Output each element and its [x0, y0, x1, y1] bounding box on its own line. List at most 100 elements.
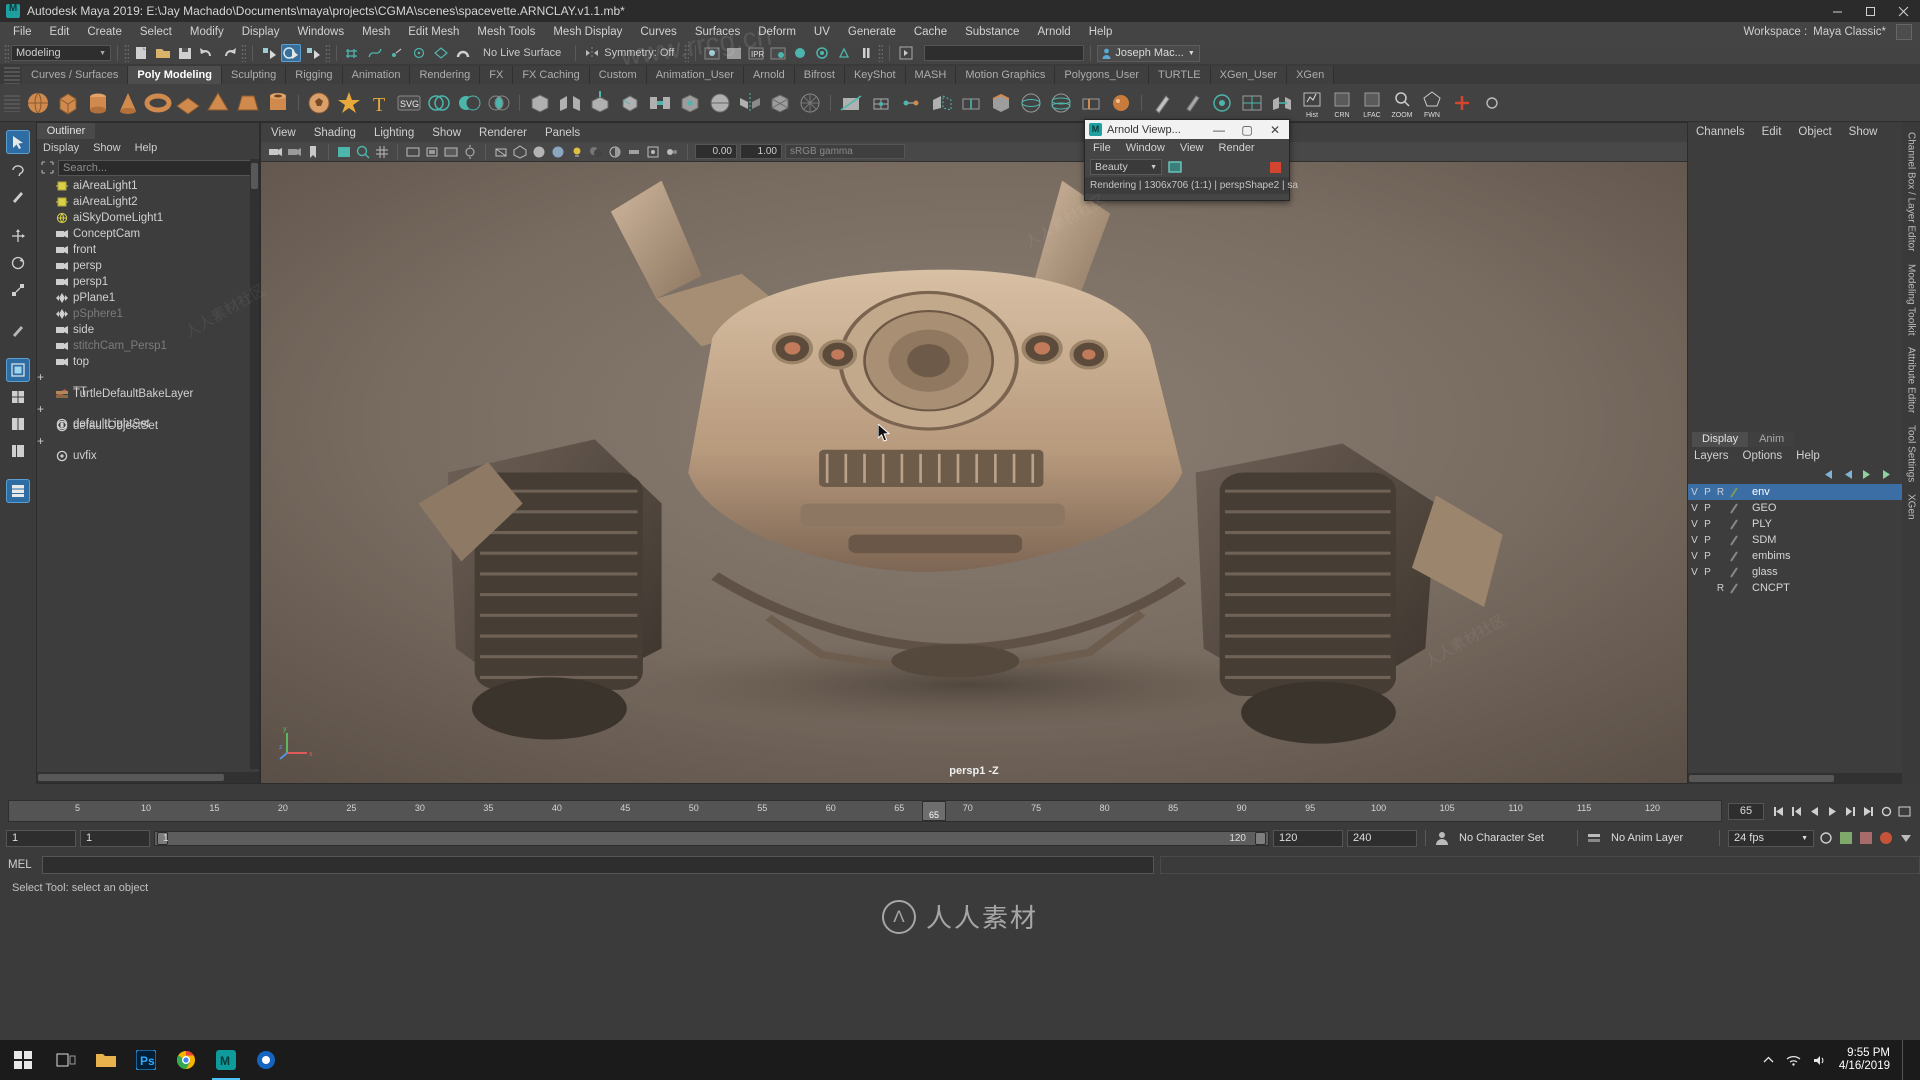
shelf-tab-motion-graphics[interactable]: Motion Graphics: [956, 66, 1056, 84]
menu-substance[interactable]: Substance: [956, 22, 1028, 42]
menu-mesh-tools[interactable]: Mesh Tools: [468, 22, 544, 42]
smooth-shade-icon[interactable]: [531, 144, 547, 160]
animation-preferences-button[interactable]: [1896, 803, 1912, 819]
tab-display-layers[interactable]: Display: [1692, 432, 1749, 447]
shelf-tab-animation-user[interactable]: Animation_User: [646, 66, 744, 84]
lasso-tool-button[interactable]: [6, 157, 30, 181]
layer-toggle-p[interactable]: P: [1701, 535, 1714, 546]
display-layer-list[interactable]: V P Renv V P GEO V P PLY V P SDM V Pembims V Pglass R CNC…: [1688, 483, 1902, 773]
shelf-tab-animation[interactable]: Animation: [342, 66, 411, 84]
select-by-hierarchy-icon[interactable]: [259, 44, 279, 62]
outliner-item-persp1[interactable]: persp1: [37, 274, 259, 290]
resolution-gate-icon[interactable]: [424, 144, 440, 160]
workspace-settings-icon[interactable]: [1896, 24, 1912, 40]
remesh-icon[interactable]: [796, 88, 824, 118]
rotate-tool-button[interactable]: [6, 251, 30, 275]
hist-icon[interactable]: Hist: [1298, 88, 1326, 119]
multicut-icon[interactable]: [837, 88, 865, 118]
new-scene-icon[interactable]: [131, 44, 151, 62]
command-line-language-label[interactable]: MEL: [8, 859, 36, 871]
layer-row-env[interactable]: V P Renv: [1688, 484, 1902, 500]
target-weld-icon[interactable]: [897, 88, 925, 118]
shelf-tab-curves-surfaces[interactable]: Curves / Surfaces: [22, 66, 129, 84]
shelf-tab-keyshot[interactable]: KeyShot: [844, 66, 906, 84]
select-by-component-icon[interactable]: [303, 44, 323, 62]
outliner-item-stitchcam_persp1[interactable]: stitchCam_Persp1: [37, 338, 259, 354]
textured-icon[interactable]: [550, 144, 566, 160]
xray-icon[interactable]: [493, 144, 509, 160]
save-scene-icon[interactable]: [175, 44, 195, 62]
magnet-icon[interactable]: [453, 44, 473, 62]
range-end-handle[interactable]: [1255, 831, 1266, 845]
menu-mesh[interactable]: Mesh: [353, 22, 399, 42]
layer-row-GEO[interactable]: V P GEO: [1688, 500, 1902, 516]
layer-color-swatch[interactable]: [1730, 502, 1746, 514]
channelbox-body[interactable]: [1688, 141, 1902, 430]
outliner-row[interactable]: defaultObjectSet: [37, 418, 259, 434]
snap-to-view-plane-icon[interactable]: [431, 44, 451, 62]
menu-edit-mesh[interactable]: Edit Mesh: [399, 22, 468, 42]
select-camera-icon[interactable]: [267, 144, 283, 160]
shelf-tab-turtle[interactable]: TURTLE: [1149, 66, 1211, 84]
outliner-item-uvfix[interactable]: uvfix: [37, 448, 259, 464]
expand-collapse-icon[interactable]: +: [37, 434, 44, 448]
viewport-menu-view[interactable]: View: [271, 127, 296, 139]
outliner-row[interactable]: stitchCam_Persp1: [37, 338, 259, 354]
time-slider-current-frame-handle[interactable]: 65: [922, 801, 947, 821]
outliner-row[interactable]: aiSkyDomeLight1: [37, 210, 259, 226]
expand-collapse-icon[interactable]: +: [37, 370, 44, 384]
snap-to-point-icon[interactable]: [387, 44, 407, 62]
gate-mask-icon[interactable]: [443, 144, 459, 160]
new-layer-icon[interactable]: [1821, 469, 1834, 480]
shelf-tab-fx[interactable]: FX: [480, 66, 514, 84]
menu-deform[interactable]: Deform: [749, 22, 805, 42]
poly-type-star-icon[interactable]: [335, 88, 363, 118]
camera-attributes-icon[interactable]: [286, 144, 302, 160]
search-input[interactable]: [924, 45, 1085, 61]
layer-row-CNCPT[interactable]: R CNCPT: [1688, 580, 1902, 596]
soccer-ball-icon[interactable]: [305, 88, 333, 118]
time-slider-track[interactable]: 5 10 15 20 25 30 35 40 45 50 55 60 65 70 75 80 85 90 95 100…: [8, 800, 1722, 822]
start-button[interactable]: [0, 1040, 46, 1080]
layer-toggle-r[interactable]: R: [1714, 583, 1727, 594]
menu-file[interactable]: File: [4, 22, 41, 42]
media-player-button[interactable]: [246, 1040, 286, 1080]
menu-modify[interactable]: Modify: [181, 22, 233, 42]
filter-icon[interactable]: [41, 161, 54, 174]
uv-editor-icon[interactable]: [1238, 88, 1266, 118]
tab-anim-layers[interactable]: Anim: [1749, 432, 1795, 447]
grip[interactable]: [241, 44, 246, 62]
shelf-tab-bifrost[interactable]: Bifrost: [794, 66, 845, 84]
step-forward-button[interactable]: [1842, 803, 1858, 819]
viewport-menu-lighting[interactable]: Lighting: [374, 127, 414, 139]
play-backwards-button[interactable]: [1806, 803, 1822, 819]
shelf-row-grip[interactable]: [4, 93, 20, 112]
arnold-title-bar[interactable]: Arnold Viewp... — ▢ ✕: [1085, 120, 1289, 139]
bevel-icon[interactable]: [616, 88, 644, 118]
layer-color-swatch[interactable]: [1730, 534, 1746, 546]
scroll-thumb[interactable]: [38, 774, 224, 781]
paint-weights-icon[interactable]: [1107, 88, 1135, 118]
outliner-item-persp[interactable]: persp: [37, 258, 259, 274]
poly-plane-icon[interactable]: [174, 88, 202, 118]
snap-to-curve-icon[interactable]: [365, 44, 385, 62]
command-line-input[interactable]: [42, 856, 1154, 874]
shelf-grip[interactable]: [4, 66, 20, 84]
poly-pyramid-icon[interactable]: [204, 88, 232, 118]
outliner-row[interactable]: persp: [37, 258, 259, 274]
render-current-frame-icon[interactable]: [702, 44, 722, 62]
grip[interactable]: [878, 44, 884, 62]
pause-icon[interactable]: [856, 44, 876, 62]
poly-torus-icon[interactable]: [144, 88, 172, 118]
redo-icon[interactable]: [219, 44, 239, 62]
expand-collapse-icon[interactable]: +: [37, 402, 44, 416]
user-account-button[interactable]: Joseph Mac... ▼: [1097, 44, 1200, 62]
poly-pipe-icon[interactable]: [264, 88, 292, 118]
type-text-icon[interactable]: T: [365, 88, 393, 118]
menu-generate[interactable]: Generate: [839, 22, 905, 42]
layers-menu-help[interactable]: Help: [1796, 450, 1820, 462]
photoshop-button[interactable]: Ps: [126, 1040, 166, 1080]
shelf-tab-polygons-user[interactable]: Polygons_User: [1055, 66, 1150, 84]
menu-arnold[interactable]: Arnold: [1028, 22, 1079, 42]
snap-to-projected-center-icon[interactable]: [409, 44, 429, 62]
